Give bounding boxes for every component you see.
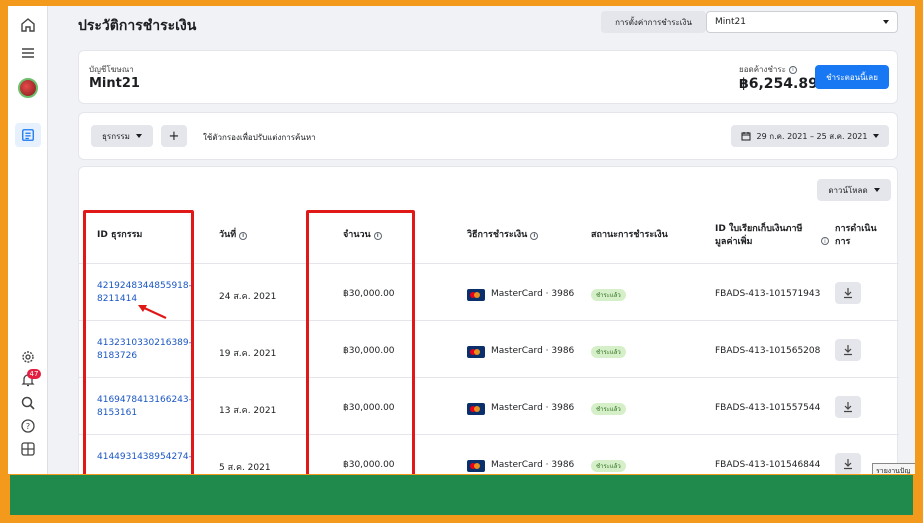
page-title: ประวัติการชำระเงิน <box>78 18 197 34</box>
invoice-id-cell: FBADS-413-101565208 <box>715 346 821 356</box>
col-header-invoice: ID ใบเรียกเก็บเงินภาษี มูลค่าเพิ่ม <box>715 223 802 249</box>
download-invoice-button[interactable] <box>835 396 861 418</box>
date-cell: 24 ส.ค. 2021 <box>219 292 277 302</box>
payment-settings-button[interactable]: การตั้งค่าการชำระเงิน <box>601 11 706 33</box>
info-icon: i <box>821 237 829 245</box>
col-header-action: การดำเนิน การ <box>835 223 877 249</box>
balance-label: ยอดค้างชำระ <box>739 65 786 74</box>
download-button[interactable]: ดาวน์โหลด <box>817 179 891 201</box>
date-cell: 5 ส.ค. 2021 <box>219 463 271 473</box>
col-header-method: วิธีการชำระเงิน i <box>467 229 539 242</box>
ad-account-label: บัญชีโฆษณา <box>89 65 134 74</box>
col-header-action-line1: การดำเนิน <box>835 224 877 234</box>
app-window: 47 ? ประวัติการชำระเงิน การตั้งค่าการชำร… <box>8 6 915 474</box>
info-icon: i <box>530 231 539 240</box>
mastercard-icon <box>467 346 485 358</box>
menu-icon[interactable] <box>19 44 37 62</box>
account-selector[interactable]: Mint21 <box>706 11 898 33</box>
chevron-down-icon <box>873 188 880 192</box>
table-row: 4169478413166243- 8153161 13 ส.ค. 2021 ฿… <box>79 377 899 434</box>
date-cell: 19 ส.ค. 2021 <box>219 349 277 359</box>
status-badge: ชำระแล้ว <box>591 460 626 472</box>
transaction-type-label: ธุรกรรม <box>102 131 130 141</box>
col-header-date[interactable]: วันที่ i <box>219 229 248 242</box>
notification-count-badge: 47 <box>27 369 41 379</box>
info-icon: i <box>239 231 248 240</box>
download-invoice-button[interactable] <box>835 282 861 304</box>
annotation-highlight-amount-column <box>306 210 415 474</box>
filter-bar: ธุรกรรม + ใช้ตัวกรองเพื่อปรับแต่งการค้นห… <box>78 112 898 160</box>
account-selector-value: Mint21 <box>715 17 746 27</box>
chevron-down-icon <box>135 134 142 138</box>
home-icon[interactable] <box>19 16 37 34</box>
download-invoice-button[interactable] <box>835 339 861 361</box>
payment-method-cell: MasterCard · 3986 <box>491 289 575 299</box>
download-label: ดาวน์โหลด <box>828 185 868 195</box>
invoice-id-cell: FBADS-413-101557544 <box>715 403 821 413</box>
table-row: 4144931438954274- 5 ส.ค. 2021 ฿30,000.00… <box>79 434 899 474</box>
mastercard-icon <box>467 460 485 472</box>
mastercard-icon <box>467 289 485 301</box>
transactions-table: ดาวน์โหลด ID ธุรกรรม วันที่ i จำนวน i วิธี… <box>78 166 899 474</box>
panel-icon[interactable] <box>19 440 37 458</box>
annotation-highlight-id-column <box>83 210 194 474</box>
download-icon <box>844 459 852 470</box>
invoice-id-cell: FBADS-413-101571943 <box>715 289 821 299</box>
download-icon <box>844 402 852 413</box>
col-header-invoice-line2: มูลค่าเพิ่ม <box>715 237 753 247</box>
date-cell: 13 ส.ค. 2021 <box>219 406 277 416</box>
left-sidebar: 47 ? <box>8 6 48 474</box>
col-header-method-label: วิธีการชำระเงิน <box>467 230 528 240</box>
billing-icon[interactable] <box>15 123 41 147</box>
col-header-invoice-line1: ID ใบเรียกเก็บเงินภาษี <box>715 224 803 234</box>
avatar[interactable] <box>18 78 38 98</box>
transaction-type-dropdown[interactable]: ธุรกรรม <box>91 125 153 147</box>
download-invoice-button[interactable] <box>835 453 861 474</box>
download-icon <box>844 288 852 299</box>
ad-account-name: Mint21 <box>89 76 140 91</box>
annotation-arrow-icon <box>138 305 167 319</box>
status-badge: ชำระแล้ว <box>591 289 626 301</box>
help-icon[interactable]: ? <box>19 417 37 435</box>
date-range-picker[interactable]: 29 ก.ค. 2021 – 25 ส.ค. 2021 <box>731 125 889 147</box>
payment-method-cell: MasterCard · 3986 <box>491 403 575 413</box>
balance-amount: ฿6,254.89 <box>739 76 818 92</box>
payment-method-cell: MasterCard · 3986 <box>491 346 575 356</box>
pay-now-button[interactable]: ชำระตอนนี้เลย <box>815 65 889 89</box>
settings-icon[interactable] <box>19 348 37 366</box>
status-badge: ชำระแล้ว <box>591 403 626 415</box>
payment-method-cell: MasterCard · 3986 <box>491 460 575 470</box>
table-row: 4219248344855918- 8211414 24 ส.ค. 2021 ฿… <box>79 263 899 320</box>
info-icon[interactable]: i <box>788 65 797 74</box>
account-summary-card: บัญชีโฆษณา Mint21 ยอดค้างชำระ i ฿6,254.8… <box>78 50 898 104</box>
bottom-bar <box>10 475 913 515</box>
svg-text:?: ? <box>26 422 30 431</box>
col-header-action-line2: การ <box>835 237 851 247</box>
col-header-status-label: สถานะการชำระเงิน <box>591 230 668 240</box>
chevron-down-icon <box>873 134 880 138</box>
status-badge: ชำระแล้ว <box>591 346 626 358</box>
report-problem-tooltip[interactable]: รายงานปัญ <box>872 463 915 474</box>
mastercard-icon <box>467 403 485 415</box>
col-header-status: สถานะการชำระเงิน <box>591 229 668 242</box>
add-filter-button[interactable]: + <box>161 125 187 147</box>
table-row: 4132310330216389- 8183726 19 ส.ค. 2021 ฿… <box>79 320 899 377</box>
invoice-id-cell: FBADS-413-101546844 <box>715 460 821 470</box>
search-icon[interactable] <box>19 394 37 412</box>
date-range-label: 29 ก.ค. 2021 – 25 ส.ค. 2021 <box>756 131 868 141</box>
col-header-date-label: วันที่ <box>219 230 237 240</box>
balance-label-row: ยอดค้างชำระ i <box>739 63 797 76</box>
download-icon <box>844 345 852 356</box>
chevron-down-icon <box>883 20 889 24</box>
filter-hint-text: ใช้ตัวกรองเพื่อปรับแต่งการค้นหา <box>203 133 316 142</box>
calendar-icon <box>741 132 751 141</box>
